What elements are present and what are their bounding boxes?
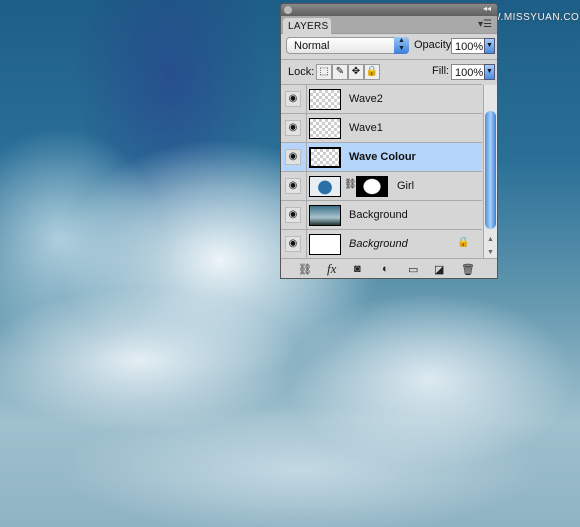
chain-link-icon[interactable]: ⛓ (344, 179, 357, 190)
layer-thumbnail (309, 118, 341, 139)
link-layers-icon[interactable]: ⛓ (298, 263, 312, 276)
layer-row[interactable]: ◉ Wave2 (281, 84, 482, 113)
updown-arrows-icon: ▲ ▼ (394, 37, 409, 54)
panel-footer: ⛓ fx ◙ ◐ ▭ ◪ 🗑 (281, 258, 497, 278)
layer-name: Wave2 (349, 93, 383, 105)
layer-thumbnail (309, 176, 341, 197)
blend-mode-value: Normal (294, 40, 330, 52)
adjustment-layer-icon[interactable]: ◐ (382, 263, 389, 275)
eye-icon[interactable]: ◉ (285, 236, 301, 252)
scroll-up-arrow[interactable]: ▲ (484, 233, 497, 246)
eye-icon[interactable]: ◉ (285, 178, 301, 194)
fill-dropdown[interactable]: ▼ (484, 64, 495, 80)
panel-menu-icon[interactable]: ▾☰ (478, 19, 492, 30)
lock-transparency-icon[interactable]: ⬚ (316, 64, 332, 80)
add-mask-icon[interactable]: ◙ (354, 263, 361, 275)
lock-label: Lock: (288, 66, 315, 78)
fill-label: Fill: (432, 65, 450, 77)
layer-row-selected[interactable]: ◉ Wave Colour (281, 142, 482, 171)
eye-icon[interactable]: ◉ (285, 120, 301, 136)
layer-row[interactable]: ◉ Background (281, 200, 482, 229)
layer-mask-thumbnail[interactable] (356, 176, 388, 197)
lock-move-icon[interactable]: ✥ (348, 64, 364, 80)
layers-panel: ◂◂ LAYERS ▾☰ Normal ▲ ▼ Opacity: 100% ▼ Lo… (280, 3, 498, 279)
new-layer-icon[interactable]: ◪ (434, 263, 444, 276)
layers-scrollbar[interactable]: ▲ ▼ (483, 85, 497, 259)
layer-name: Wave1 (349, 122, 383, 134)
close-icon[interactable] (284, 6, 292, 14)
opacity-label: Opacity: (414, 39, 455, 51)
tab-layers[interactable]: LAYERS (283, 18, 331, 35)
layer-thumbnail (309, 205, 341, 226)
layer-name: Background (349, 238, 408, 250)
layer-thumbnail (309, 234, 341, 255)
layer-row[interactable]: ◉ ⛓ Girl (281, 171, 482, 200)
panel-titlebar[interactable]: ◂◂ (281, 4, 497, 16)
layer-name: Girl (397, 180, 415, 192)
layer-thumbnail (309, 89, 341, 110)
lock-icon: 🔒 (457, 237, 470, 248)
collapse-icon[interactable]: ◂◂ (483, 4, 491, 13)
layer-row[interactable]: ◉ Background 🔒 (281, 229, 482, 258)
lock-all-icon[interactable]: 🔒 (364, 64, 380, 80)
eye-icon[interactable]: ◉ (285, 207, 301, 223)
layer-name: Background (349, 209, 408, 221)
fx-icon[interactable]: fx (327, 261, 336, 277)
layer-name: Wave Colour (349, 151, 416, 163)
blend-mode-select[interactable]: Normal ▲ ▼ (286, 37, 409, 54)
scrollbar-thumb[interactable] (485, 111, 496, 229)
lock-brush-icon[interactable]: ✎ (332, 64, 348, 80)
eye-icon[interactable]: ◉ (285, 149, 301, 165)
opacity-dropdown[interactable]: ▼ (484, 38, 495, 54)
layer-row[interactable]: ◉ Wave1 (281, 113, 482, 142)
layer-thumbnail (309, 147, 341, 168)
trash-icon[interactable]: 🗑 (461, 263, 475, 276)
folder-icon[interactable]: ▭ (408, 263, 418, 276)
eye-icon[interactable]: ◉ (285, 91, 301, 107)
